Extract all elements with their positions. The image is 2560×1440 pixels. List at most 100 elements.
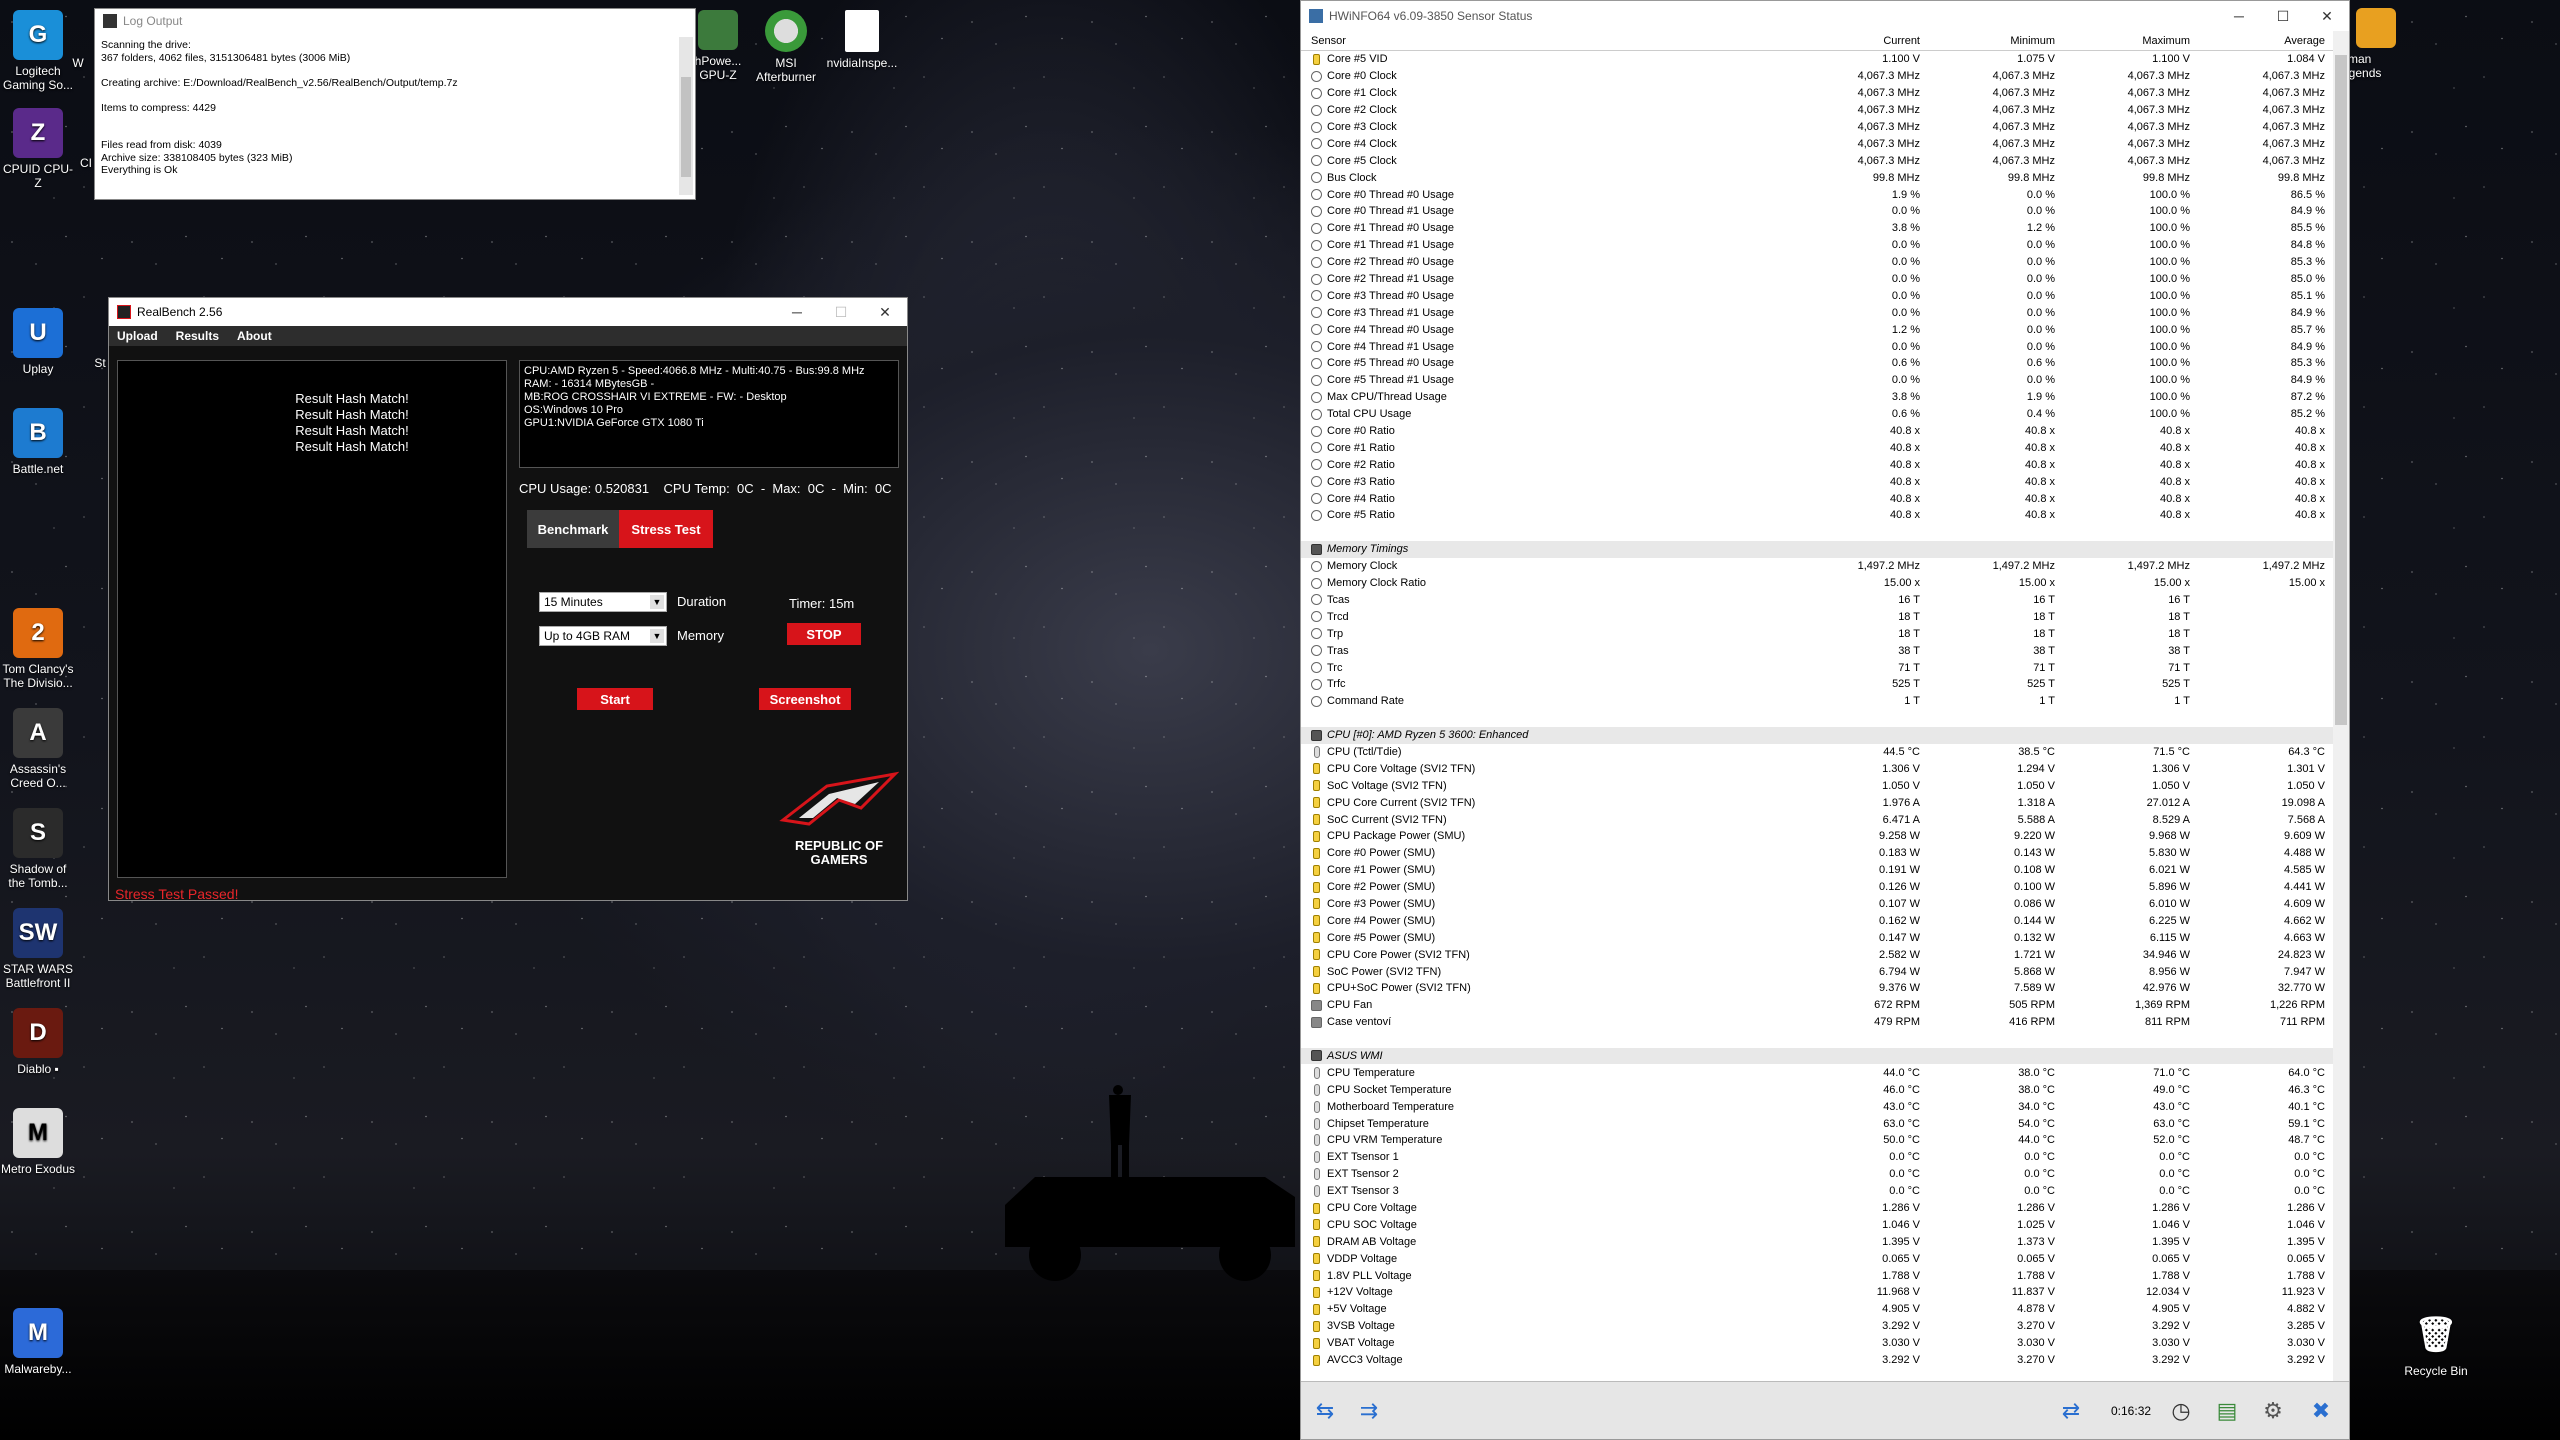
table-row[interactable]: DRAM AB Voltage 1.395 V 1.373 V 1.395 V 1.39… <box>1301 1233 2335 1250</box>
table-row[interactable]: Core #5 Thread #1 Usage 0.0 % 0.0 % 100.0 %… <box>1301 372 2335 389</box>
desktop-icon[interactable]: A Assassin's Creed O... <box>0 708 76 790</box>
close-button[interactable]: ✕ <box>863 297 907 327</box>
screenshot-button[interactable]: Screenshot <box>759 688 851 710</box>
table-row[interactable]: Core #0 Thread #0 Usage 1.9 % 0.0 % 100.0 %… <box>1301 186 2335 203</box>
table-row[interactable]: Core #2 Ratio 40.8 x 40.8 x 40.8 x 40.8 x <box>1301 456 2335 473</box>
menu-results[interactable]: Results <box>176 329 219 343</box>
arrows-right-icon[interactable]: ⇉ <box>1349 1391 1389 1431</box>
column-header-sensor[interactable]: Sensor <box>1301 35 1791 47</box>
table-row[interactable]: CPU Core Power (SVI2 TFN) 2.582 W 1.721 W 3… <box>1301 946 2335 963</box>
desktop-icon-nvidia-inspector[interactable]: nvidiaInspe... <box>822 10 902 70</box>
table-row[interactable]: EXT Tsensor 3 0.0 °C 0.0 °C 0.0 °C 0.0 °C <box>1301 1183 2335 1200</box>
clock-icon[interactable]: ◷ <box>2161 1391 2201 1431</box>
table-row[interactable]: Core #0 Thread #1 Usage 0.0 % 0.0 % 100.0 %… <box>1301 203 2335 220</box>
realbench-titlebar[interactable]: RealBench 2.56 ─ ☐ ✕ <box>109 298 907 326</box>
table-row[interactable]: Case ventoví 479 RPM 416 RPM 811 RPM 711 RPM <box>1301 1014 2335 1031</box>
table-row[interactable]: Max CPU/Thread Usage 3.8 % 1.9 % 100.0 % 87.… <box>1301 389 2335 406</box>
table-row[interactable]: Chipset Temperature 63.0 °C 54.0 °C 63.0 °C… <box>1301 1115 2335 1132</box>
table-row[interactable]: VDDP Voltage 0.065 V 0.065 V 0.065 V 0.065 V <box>1301 1250 2335 1267</box>
table-row[interactable]: Core #4 Thread #0 Usage 1.2 % 0.0 % 100.0 %… <box>1301 321 2335 338</box>
table-row[interactable]: Core #5 Clock 4,067.3 MHz 4,067.3 MHz 4,067… <box>1301 152 2335 169</box>
table-row[interactable]: Total CPU Usage 0.6 % 0.4 % 100.0 % 85.2 % <box>1301 406 2335 423</box>
table-row[interactable]: Core #3 Thread #0 Usage 0.0 % 0.0 % 100.0 %… <box>1301 287 2335 304</box>
minimize-button[interactable]: ─ <box>2217 1 2261 31</box>
hwinfo-window[interactable]: HWiNFO64 v6.09-3850 Sensor Status ─ ☐ ✕ … <box>1300 0 2350 1440</box>
table-row[interactable]: Core #3 Thread #1 Usage 0.0 % 0.0 % 100.0 %… <box>1301 304 2335 321</box>
table-row[interactable]: +5V Voltage 4.905 V 4.878 V 4.905 V 4.882 V <box>1301 1301 2335 1318</box>
desktop-icon[interactable]: U Uplay <box>0 308 76 376</box>
table-row[interactable]: CPU Fan 672 RPM 505 RPM 1,369 RPM 1,226 RPM <box>1301 997 2335 1014</box>
desktop-icon-rayman-legends[interactable]: yman egends <box>2342 8 2398 80</box>
desktop-icon-partial[interactable]: St <box>92 356 108 370</box>
table-row[interactable]: Tcas 16 T 16 T 16 T <box>1301 592 2335 609</box>
table-row[interactable]: CPU Socket Temperature 46.0 °C 38.0 °C 49.0… <box>1301 1081 2335 1098</box>
scrollbar-thumb[interactable] <box>681 77 691 177</box>
menu-upload[interactable]: Upload <box>117 329 158 343</box>
table-row[interactable]: CPU+SoC Power (SVI2 TFN) 9.376 W 7.589 W 42… <box>1301 980 2335 997</box>
table-row[interactable]: Trcd 18 T 18 T 18 T <box>1301 608 2335 625</box>
log-scrollbar[interactable] <box>679 37 693 195</box>
table-row[interactable]: Memory Clock Ratio 15.00 x 15.00 x 15.00 x 1… <box>1301 575 2335 592</box>
table-row[interactable]: Trfc 525 T 525 T 525 T <box>1301 676 2335 693</box>
hwinfo-titlebar[interactable]: HWiNFO64 v6.09-3850 Sensor Status ─ ☐ ✕ <box>1301 1 2349 31</box>
sensor-group-header[interactable]: CPU [#0]: AMD Ryzen 5 3600: Enhanced <box>1301 726 2335 744</box>
table-row[interactable]: Trc 71 T 71 T 71 T <box>1301 659 2335 676</box>
table-row[interactable]: Core #4 Power (SMU) 0.162 W 0.144 W 6.225 W… <box>1301 912 2335 929</box>
table-row[interactable]: Core #0 Ratio 40.8 x 40.8 x 40.8 x 40.8 x <box>1301 423 2335 440</box>
table-row[interactable]: SoC Current (SVI2 TFN) 6.471 A 5.588 A 8.52… <box>1301 811 2335 828</box>
table-row[interactable]: Core #5 Thread #0 Usage 0.6 % 0.6 % 100.0 %… <box>1301 355 2335 372</box>
column-header-minimum[interactable]: Minimum <box>1926 35 2061 47</box>
table-row[interactable]: Core #5 Ratio 40.8 x 40.8 x 40.8 x 40.8 x <box>1301 507 2335 524</box>
scrollbar-thumb[interactable] <box>2335 55 2347 725</box>
tab-stress-test[interactable]: Stress Test <box>619 510 713 548</box>
table-row[interactable]: Core #3 Clock 4,067.3 MHz 4,067.3 MHz 4,067… <box>1301 119 2335 136</box>
desktop-icon-gpuz[interactable]: hPowe... GPU-Z <box>690 10 746 82</box>
desktop-icon-recycle-bin[interactable]: 🗑 Recycle Bin <box>2398 1310 2474 1378</box>
table-row[interactable]: Tras 38 T 38 T 38 T <box>1301 642 2335 659</box>
table-row[interactable]: Memory Clock 1,497.2 MHz 1,497.2 MHz 1,497.… <box>1301 558 2335 575</box>
stop-button[interactable]: STOP <box>787 623 861 645</box>
settings-icon[interactable]: ⚙ <box>2253 1391 2293 1431</box>
table-row[interactable]: Trp 18 T 18 T 18 T <box>1301 625 2335 642</box>
sensor-group-header[interactable]: ASUS WMI <box>1301 1047 2335 1065</box>
table-row[interactable]: SoC Power (SVI2 TFN) 6.794 W 5.868 W 8.956 … <box>1301 963 2335 980</box>
table-row[interactable]: CPU Core Voltage 1.286 V 1.286 V 1.286 V 1.2… <box>1301 1200 2335 1217</box>
desktop-icon[interactable]: Z CPUID CPU-Z <box>0 108 76 190</box>
close-icon[interactable]: ✖ <box>2301 1391 2341 1431</box>
arrows-left-right-icon[interactable]: ⇆ <box>1305 1391 1345 1431</box>
tab-benchmark[interactable]: Benchmark <box>527 510 619 548</box>
table-row[interactable]: CPU SOC Voltage 1.046 V 1.025 V 1.046 V 1.04… <box>1301 1216 2335 1233</box>
desktop-icon[interactable]: 2 Tom Clancy's The Divisio... <box>0 608 76 690</box>
sensor-scrollbar[interactable] <box>2333 31 2349 1381</box>
table-row[interactable]: Core #1 Thread #0 Usage 3.8 % 1.2 % 100.0 %… <box>1301 220 2335 237</box>
table-row[interactable]: Core #2 Power (SMU) 0.126 W 0.100 W 5.896 W… <box>1301 879 2335 896</box>
table-row[interactable]: Motherboard Temperature 43.0 °C 34.0 °C 43.… <box>1301 1098 2335 1115</box>
table-row[interactable]: CPU Core Voltage (SVI2 TFN) 1.306 V 1.294 … <box>1301 760 2335 777</box>
table-row[interactable]: CPU (Tctl/Tdie) 44.5 °C 38.5 °C 71.5 °C 64.3… <box>1301 744 2335 761</box>
table-row[interactable]: Core #1 Ratio 40.8 x 40.8 x 40.8 x 40.8 x <box>1301 439 2335 456</box>
table-row[interactable]: AVCC3 Voltage 3.292 V 3.270 V 3.292 V 3.292 … <box>1301 1352 2335 1369</box>
table-row[interactable]: Core #1 Thread #1 Usage 0.0 % 0.0 % 100.0 %… <box>1301 237 2335 254</box>
desktop-icon[interactable]: B Battle.net <box>0 408 76 476</box>
table-row[interactable]: Core #5 VID 1.100 V 1.075 V 1.100 V 1.084 V <box>1301 51 2335 68</box>
desktop-icon[interactable]: M Malwareby... <box>0 1308 76 1376</box>
start-button[interactable]: Start <box>577 688 653 710</box>
table-row[interactable]: Core #4 Thread #1 Usage 0.0 % 0.0 % 100.0 %… <box>1301 338 2335 355</box>
table-row[interactable]: Core #2 Thread #0 Usage 0.0 % 0.0 % 100.0 %… <box>1301 254 2335 271</box>
table-row[interactable]: VBAT Voltage 3.030 V 3.030 V 3.030 V 3.030 V <box>1301 1335 2335 1352</box>
table-row[interactable]: CPU VRM Temperature 50.0 °C 44.0 °C 52.0 °C… <box>1301 1132 2335 1149</box>
duration-select[interactable]: 15 Minutes ▼ <box>539 592 667 612</box>
table-row[interactable]: CPU Temperature 44.0 °C 38.0 °C 71.0 °C 64.0… <box>1301 1064 2335 1081</box>
table-row[interactable]: Core #3 Ratio 40.8 x 40.8 x 40.8 x 40.8 x <box>1301 473 2335 490</box>
realbench-window[interactable]: RealBench 2.56 ─ ☐ ✕ Upload Results Abou… <box>108 297 908 902</box>
column-header-current[interactable]: Current <box>1791 35 1926 47</box>
sensor-group-header[interactable]: Memory Timings <box>1301 540 2335 558</box>
desktop-icon[interactable]: SW STAR WARS Battlefront II <box>0 908 76 990</box>
table-row[interactable]: EXT Tsensor 1 0.0 °C 0.0 °C 0.0 °C 0.0 °C <box>1301 1149 2335 1166</box>
network-icon[interactable]: ⇄ <box>2051 1391 2091 1431</box>
table-row[interactable]: Core #5 Power (SMU) 0.147 W 0.132 W 6.115 W… <box>1301 929 2335 946</box>
close-button[interactable]: ✕ <box>2305 1 2349 31</box>
table-row[interactable]: +12V Voltage 11.968 V 11.837 V 12.034 V 11.9… <box>1301 1284 2335 1301</box>
table-row[interactable]: Core #2 Thread #1 Usage 0.0 % 0.0 % 100.0 %… <box>1301 271 2335 288</box>
log-add-icon[interactable]: ▤ <box>2207 1391 2247 1431</box>
